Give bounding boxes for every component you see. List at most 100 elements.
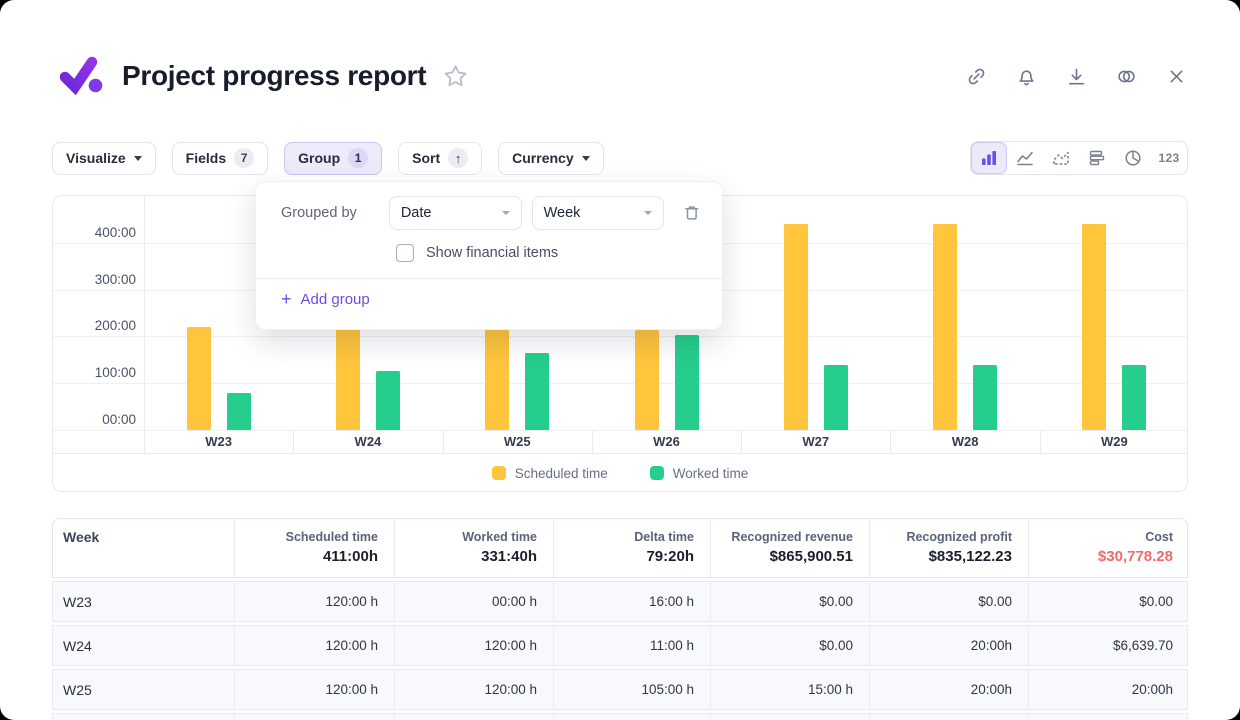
table-cell: $0.00 (710, 582, 869, 621)
fields-count-badge: 7 (234, 148, 254, 168)
delete-group-icon[interactable] (682, 203, 702, 223)
table-header-cell[interactable]: Cost$30,778.28 (1028, 519, 1189, 577)
table-cell (553, 714, 710, 720)
table-cell: W25 (53, 670, 234, 709)
table-cell: $0.00 (1028, 582, 1189, 621)
table-row[interactable]: W23120:00 h00:00 h16:00 h$0.00$0.00$0.00 (52, 581, 1188, 622)
line-chart-view-icon[interactable] (1007, 142, 1043, 174)
table-header-row: WeekScheduled time411:00hWorked time331:… (52, 518, 1188, 578)
column-total: $865,900.51 (727, 546, 853, 567)
group-popover: Grouped by Date Week Show financial item… (255, 181, 723, 330)
x-axis-label: W29 (1040, 430, 1187, 453)
group-rule-row: Grouped by Date Week (281, 196, 702, 230)
bar-scheduled-time (187, 327, 211, 430)
column-total: $30,778.28 (1045, 546, 1173, 567)
plus-icon: + (281, 290, 292, 308)
download-icon[interactable] (1065, 65, 1088, 88)
y-axis-label: 400:00 (60, 224, 136, 242)
group-button[interactable]: Group 1 (284, 142, 382, 175)
table-cell: 20:00h (869, 626, 1028, 665)
y-axis-label: 300:00 (60, 271, 136, 289)
table-header-cell[interactable]: Delta time79:20h (553, 519, 710, 577)
group-field-select[interactable]: Date (389, 196, 522, 230)
legend-item[interactable]: Scheduled time (492, 466, 608, 481)
group-field-value: Date (401, 205, 432, 221)
copy-link-icon[interactable] (965, 65, 988, 88)
bar-worked-time (525, 353, 549, 430)
group-interval-select[interactable]: Week (532, 196, 665, 230)
bar-scheduled-time (933, 224, 957, 430)
legend-swatch (492, 466, 506, 480)
bar-scheduled-time (784, 224, 808, 430)
close-icon[interactable] (1165, 65, 1188, 88)
popover-divider (256, 278, 722, 279)
table-cell: 120:00 h (234, 626, 394, 665)
legend-label: Worked time (673, 466, 749, 481)
table-cell (234, 714, 394, 720)
x-axis-label: W28 (890, 430, 1039, 453)
page-title: Project progress report (122, 60, 426, 92)
currency-label: Currency (512, 150, 573, 166)
table-cell: 11:00 h (553, 626, 710, 665)
table-cell: W23 (53, 582, 234, 621)
add-group-button[interactable]: + Add group (281, 290, 370, 308)
table-row[interactable]: W25120:00 h120:00 h105:00 h15:00 h20:00h… (52, 669, 1188, 710)
currency-button[interactable]: Currency (498, 142, 603, 175)
horizontal-bar-chart-view-icon[interactable] (1079, 142, 1115, 174)
column-label: Cost (1045, 529, 1173, 546)
report-table: WeekScheduled time411:00hWorked time331:… (52, 518, 1188, 720)
table-cell: 120:00 h (234, 582, 394, 621)
bar-chart-view-icon[interactable] (971, 142, 1007, 174)
group-label: Group (298, 150, 340, 166)
show-financial-checkbox[interactable] (396, 244, 414, 262)
column-total: 79:20h (570, 546, 694, 567)
sort-button[interactable]: Sort ↑ (398, 142, 482, 175)
table-row[interactable]: W24120:00 h120:00 h11:00 h$0.0020:00h$6,… (52, 625, 1188, 666)
column-label: Scheduled time (251, 529, 378, 546)
bar-worked-time (376, 371, 400, 430)
table-cell (53, 714, 234, 720)
table-cell: $0.00 (869, 582, 1028, 621)
legend-item[interactable]: Worked time (650, 466, 749, 481)
bar-scheduled-time (336, 328, 360, 430)
column-label: Worked time (411, 529, 537, 546)
table-header-cell[interactable]: Recognized profit$835,122.23 (869, 519, 1028, 577)
table-cell: 120:00 h (234, 670, 394, 709)
numbers-view-icon[interactable]: 123 (1151, 142, 1187, 174)
x-axis-label: W25 (443, 430, 592, 453)
bar-worked-time (1122, 365, 1146, 430)
table-cell: 20:00h (869, 670, 1028, 709)
group-count-badge: 1 (348, 148, 368, 168)
chart-legend: Scheduled time Worked time (53, 454, 1187, 492)
grouped-by-label: Grouped by (281, 205, 389, 221)
favorite-star-icon[interactable] (442, 63, 469, 90)
column-label: Recognized profit (886, 529, 1012, 546)
table-cell: 16:00 h (553, 582, 710, 621)
app-window: Project progress report (0, 0, 1240, 720)
table-cell (1028, 714, 1189, 720)
table-header-cell[interactable]: Recognized revenue$865,900.51 (710, 519, 869, 577)
table-cell: 120:00 h (394, 670, 553, 709)
table-header-cell[interactable]: Scheduled time411:00h (234, 519, 394, 577)
fields-button[interactable]: Fields 7 (172, 142, 268, 175)
column-label: Recognized revenue (727, 529, 853, 546)
x-axis-label: W26 (592, 430, 741, 453)
show-financial-row: Show financial items (396, 243, 558, 263)
x-axis-label: W24 (293, 430, 442, 453)
legend-label: Scheduled time (515, 466, 608, 481)
area-chart-view-icon[interactable] (1043, 142, 1079, 174)
column-total: 411:00h (251, 546, 378, 567)
pie-chart-view-icon[interactable] (1115, 142, 1151, 174)
report-header: Project progress report (58, 50, 1188, 102)
visualize-button[interactable]: Visualize (52, 142, 156, 175)
bar-scheduled-time (485, 329, 509, 430)
merge-circles-icon[interactable] (1115, 65, 1138, 88)
table-header-cell[interactable]: Worked time331:40h (394, 519, 553, 577)
y-axis-label: 100:00 (60, 364, 136, 382)
table-row-partial[interactable] (52, 713, 1188, 720)
notifications-bell-icon[interactable] (1015, 65, 1038, 88)
table-header-cell[interactable]: Week (53, 519, 234, 577)
y-axis-line (144, 196, 145, 453)
table-cell: 15:00 h (710, 670, 869, 709)
table-body: W23120:00 h00:00 h16:00 h$0.00$0.00$0.00… (52, 581, 1188, 720)
